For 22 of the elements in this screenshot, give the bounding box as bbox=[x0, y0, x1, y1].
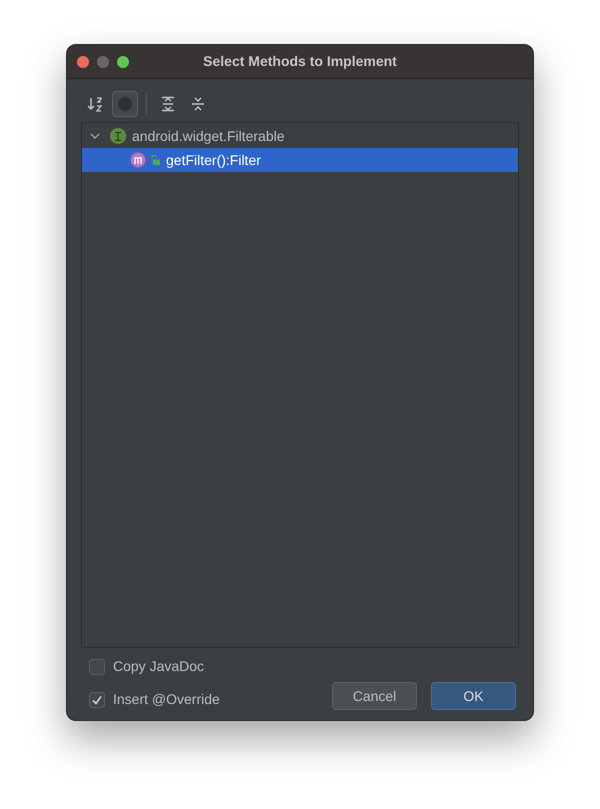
close-icon[interactable] bbox=[77, 56, 89, 68]
tree-label: getFilter():Filter bbox=[166, 150, 261, 170]
zoom-icon[interactable] bbox=[117, 56, 129, 68]
sort-icon bbox=[86, 95, 104, 113]
ok-button[interactable]: OK bbox=[431, 682, 516, 710]
checkmark-icon bbox=[91, 694, 103, 706]
expand-all-icon bbox=[160, 96, 176, 112]
cancel-button[interactable]: Cancel bbox=[332, 682, 417, 710]
tree-label: android.widget.Filterable bbox=[132, 126, 285, 146]
tree-row[interactable]: getFilter():Filter bbox=[82, 148, 518, 172]
interface-icon bbox=[110, 128, 126, 144]
padlock-icon bbox=[150, 155, 160, 165]
window-title: Select Methods to Implement bbox=[203, 52, 397, 71]
collapse-all-icon bbox=[190, 96, 206, 112]
checkbox[interactable] bbox=[89, 692, 105, 708]
circle-icon bbox=[117, 96, 133, 112]
checkbox[interactable] bbox=[89, 658, 105, 674]
chevron-icon[interactable] bbox=[90, 131, 100, 141]
tree-row[interactable]: android.widget.Filterable bbox=[82, 124, 518, 148]
checkbox-label: Copy JavaDoc bbox=[113, 657, 204, 676]
method-icon bbox=[130, 152, 146, 168]
checkbox-label: Insert @Override bbox=[113, 690, 220, 709]
